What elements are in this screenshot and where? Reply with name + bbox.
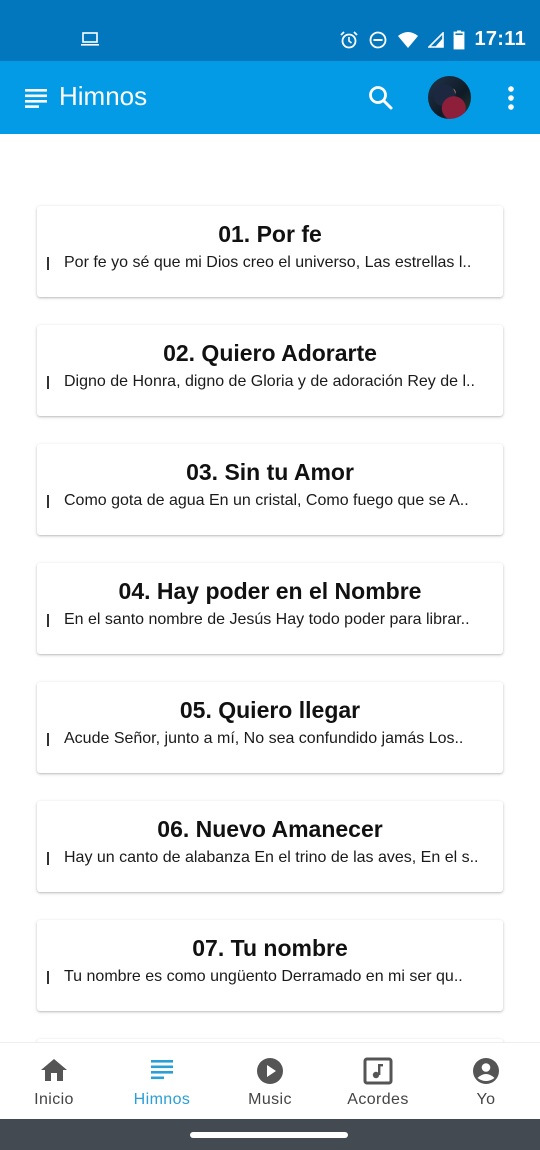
nav-label: Yo xyxy=(476,1091,496,1108)
menu-lines-icon[interactable] xyxy=(25,88,47,108)
nav-item-acordes[interactable]: Acordes xyxy=(324,1043,432,1119)
hymn-title: 03. Sin tu Amor xyxy=(186,459,354,485)
signal-icon xyxy=(428,31,445,48)
snippet-marker xyxy=(47,257,49,270)
hymn-snippet: Hay un canto de alabanza En el trino de … xyxy=(64,849,479,866)
nav-item-yo[interactable]: Yo xyxy=(432,1043,540,1119)
nav-label: Himnos xyxy=(133,1091,191,1108)
nav-label: Inicio xyxy=(34,1091,74,1108)
more-vert-icon[interactable] xyxy=(500,85,522,111)
bottom-nav: Inicio Himnos Music Acordes Yo xyxy=(0,1042,540,1119)
snippet-marker xyxy=(47,614,49,627)
wifi-icon xyxy=(398,31,419,48)
nav-label: Acordes xyxy=(347,1091,409,1108)
nav-item-music[interactable]: Music xyxy=(216,1043,324,1119)
music-note-box-icon xyxy=(363,1057,393,1085)
nav-label: Music xyxy=(248,1091,292,1108)
hymn-card[interactable]: 01. Por fe Por fe yo sé que mi Dios creo… xyxy=(37,206,503,297)
snippet-marker xyxy=(47,495,49,508)
hymn-title: 07. Tu nombre xyxy=(192,935,348,961)
nav-item-himnos[interactable]: Himnos xyxy=(108,1043,216,1119)
hymn-title: 06. Nuevo Amanecer xyxy=(157,816,383,842)
hymn-snippet: Por fe yo sé que mi Dios creo el univers… xyxy=(64,254,472,271)
home-gesture-handle[interactable] xyxy=(190,1132,348,1138)
alarm-icon xyxy=(340,30,359,48)
hymn-snippet: Como gota de agua En un cristal, Como fu… xyxy=(64,492,469,509)
search-icon[interactable] xyxy=(366,83,396,113)
hymn-card[interactable]: 02. Quiero Adorarte Digno de Honra, dign… xyxy=(37,325,503,416)
hymn-snippet: En el santo nombre de Jesús Hay todo pod… xyxy=(64,611,470,628)
hymn-card[interactable]: 03. Sin tu Amor Como gota de agua En un … xyxy=(37,444,503,535)
system-gesture-bar xyxy=(0,1119,540,1150)
hymn-title: 05. Quiero llegar xyxy=(179,697,361,723)
hymn-title: 02. Quiero Adorarte xyxy=(163,340,377,366)
play-circle-icon xyxy=(257,1058,283,1084)
hymn-card[interactable]: 07. Tu nombre Tu nombre es como ungüento… xyxy=(37,920,503,1011)
status-time: 17:11 xyxy=(474,28,526,50)
hymn-card[interactable]: 04. Hay poder en el Nombre En el santo n… xyxy=(37,563,503,654)
snippet-marker xyxy=(47,733,49,746)
hymn-card[interactable]: 06. Nuevo Amanecer Hay un canto de alaba… xyxy=(37,801,503,892)
hymn-snippet: Tu nombre es como ungüento Derramado en … xyxy=(64,968,463,985)
hymn-title: 01. Por fe xyxy=(218,221,322,247)
list-icon xyxy=(151,1060,173,1080)
app-bar: Himnos xyxy=(0,61,540,134)
snippet-marker xyxy=(47,376,49,389)
hymn-title: 04. Hay poder en el Nombre xyxy=(118,578,422,604)
do-not-disturb-icon xyxy=(370,31,387,48)
snippet-marker xyxy=(47,971,49,984)
status-icons: 17:11 xyxy=(339,28,526,51)
hymn-snippet: Acude Señor, junto a mí, No sea confundi… xyxy=(64,730,464,747)
snippet-marker xyxy=(47,852,49,865)
user-avatar[interactable] xyxy=(428,76,471,119)
hymn-card[interactable]: 05. Quiero llegar Acude Señor, junto a m… xyxy=(37,682,503,773)
hymn-snippet: Digno de Honra, digno de Gloria y de ado… xyxy=(64,373,475,390)
laptop-icon xyxy=(81,32,99,46)
battery-icon xyxy=(454,30,465,49)
hymn-list[interactable]: 01. Por fe Por fe yo sé que mi Dios creo… xyxy=(0,134,540,1042)
home-icon xyxy=(41,1059,67,1081)
account-circle-icon xyxy=(473,1058,499,1084)
status-bar: 17:11 xyxy=(0,0,540,61)
page-title: Himnos xyxy=(59,81,148,111)
nav-item-inicio[interactable]: Inicio xyxy=(0,1043,108,1119)
